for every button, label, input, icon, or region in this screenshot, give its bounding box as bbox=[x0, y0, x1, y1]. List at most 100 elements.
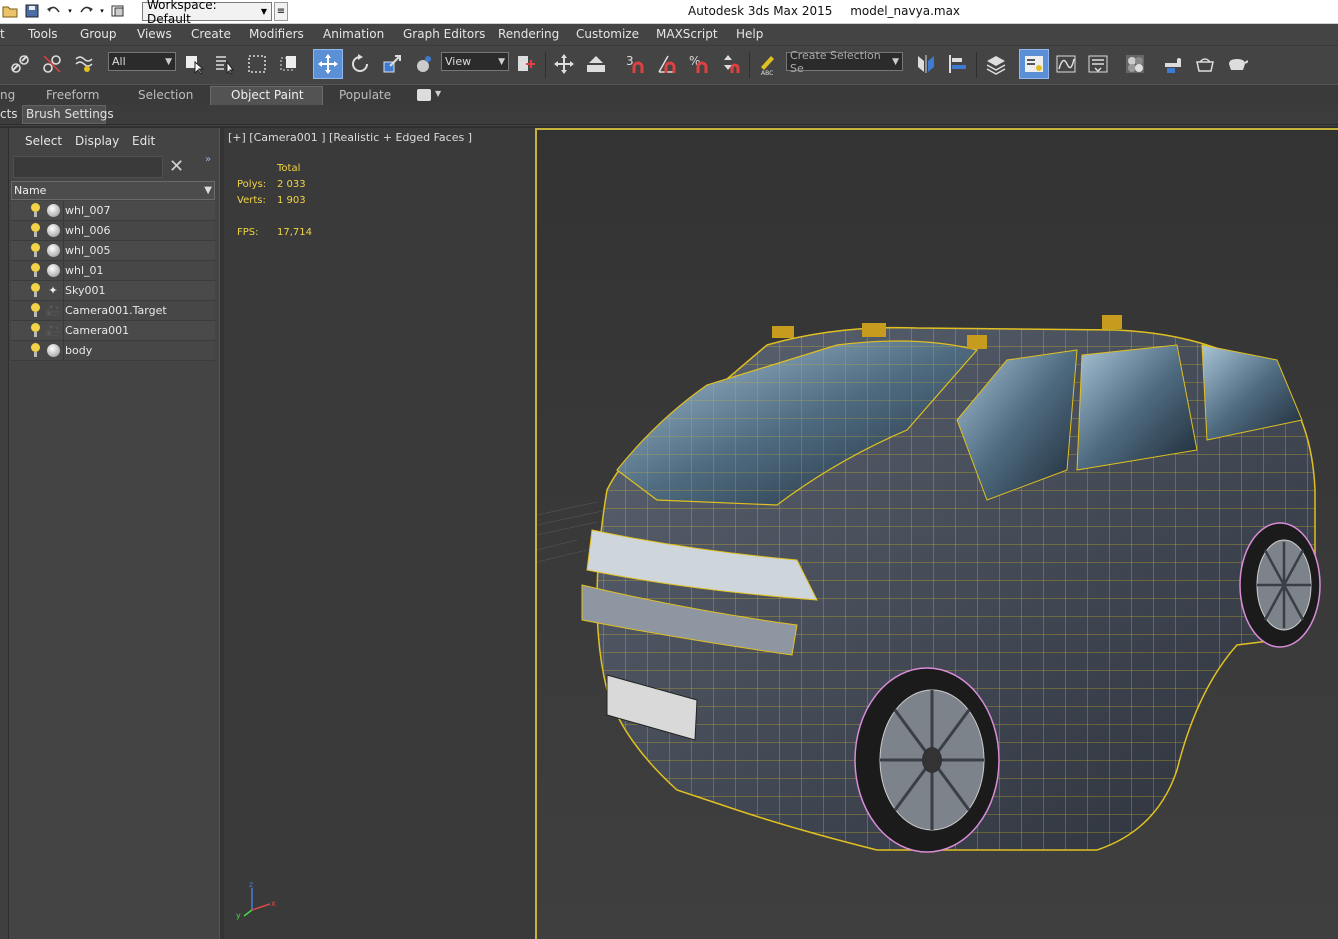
object-name: whl_006 bbox=[65, 224, 111, 237]
chevron-down-icon[interactable]: ▼ bbox=[435, 89, 441, 98]
geometry-sphere-icon bbox=[46, 223, 60, 237]
material-editor-icon[interactable] bbox=[1121, 50, 1149, 78]
menu-item-group[interactable]: Group bbox=[80, 27, 117, 41]
keyboard-shortcut-override-icon[interactable] bbox=[582, 50, 610, 78]
explorer-search-input[interactable] bbox=[13, 156, 163, 178]
save-icon[interactable] bbox=[22, 2, 42, 20]
bind-to-space-warp-icon[interactable] bbox=[70, 50, 98, 78]
light-bulb-icon[interactable] bbox=[31, 263, 40, 277]
menu-item-edit[interactable]: t bbox=[0, 27, 5, 41]
named-selection-set-dropdown[interactable]: Create Selection Se ▼ bbox=[786, 49, 903, 75]
geometry-sphere-icon bbox=[46, 343, 60, 357]
undo-dropdown-icon[interactable]: ▾ bbox=[66, 2, 74, 20]
snaps-toggle-icon[interactable]: 3 bbox=[621, 50, 649, 78]
explorer-menu-select[interactable]: Select bbox=[25, 134, 62, 148]
select-and-link-icon[interactable] bbox=[6, 50, 34, 78]
explorer-row[interactable]: whl_006 bbox=[11, 221, 215, 241]
tab-selection[interactable]: Selection bbox=[138, 88, 193, 102]
rectangular-selection-region-icon[interactable] bbox=[243, 50, 271, 78]
light-bulb-icon[interactable] bbox=[31, 223, 40, 237]
select-and-rotate-icon[interactable] bbox=[346, 50, 374, 78]
select-and-place-icon[interactable] bbox=[410, 50, 438, 78]
scene-explorer-toggle-icon[interactable] bbox=[1019, 49, 1049, 79]
explorer-menu-display[interactable]: Display bbox=[75, 134, 119, 148]
menu-item-modifiers[interactable]: Modifiers bbox=[249, 27, 304, 41]
ribbon-minimize-icon[interactable] bbox=[417, 89, 431, 101]
open-file-icon[interactable] bbox=[0, 2, 20, 20]
render-setup-icon[interactable] bbox=[1158, 50, 1186, 78]
light-bulb-icon[interactable] bbox=[31, 283, 40, 297]
expand-panel-icon[interactable]: » bbox=[205, 154, 211, 165]
tab-populate[interactable]: Populate bbox=[339, 88, 391, 102]
select-manipulate-icon[interactable] bbox=[550, 50, 578, 78]
unlink-selection-icon[interactable] bbox=[38, 50, 66, 78]
explorer-menu-edit[interactable]: Edit bbox=[132, 134, 155, 148]
menu-item-graph-editors[interactable]: Graph Editors bbox=[403, 27, 485, 41]
column-header-label: Name bbox=[14, 184, 47, 197]
explorer-row[interactable]: body bbox=[11, 341, 215, 361]
light-bulb-icon[interactable] bbox=[31, 203, 40, 217]
menu-item-rendering[interactable]: Rendering bbox=[498, 27, 559, 41]
reference-coordinate-dropdown[interactable]: View ▼ bbox=[441, 52, 509, 71]
redo-icon[interactable] bbox=[76, 2, 96, 20]
viewport-label[interactable]: [+] [Camera001 ] [Realistic + Edged Face… bbox=[228, 131, 472, 144]
menu-item-views[interactable]: Views bbox=[137, 27, 172, 41]
redo-dropdown-icon[interactable]: ▾ bbox=[98, 2, 106, 20]
pivot-center-icon[interactable] bbox=[512, 50, 540, 78]
brush-settings-label[interactable]: Brush Settings bbox=[26, 107, 114, 121]
explorer-dock-strip[interactable] bbox=[0, 128, 9, 939]
explorer-row[interactable]: ✦ Sky001 bbox=[11, 281, 215, 301]
menu-item-help[interactable]: Help bbox=[736, 27, 763, 41]
column-header-name[interactable]: Name ▼ bbox=[11, 181, 215, 200]
window-crossing-icon[interactable] bbox=[275, 50, 303, 78]
select-object-icon[interactable] bbox=[180, 50, 208, 78]
render-production-icon[interactable] bbox=[1223, 50, 1251, 78]
tab-freeform[interactable]: Freeform bbox=[46, 88, 99, 102]
spinner-snap-toggle-icon[interactable] bbox=[717, 50, 745, 78]
workspace-menu-icon[interactable]: ≡ bbox=[274, 2, 288, 21]
project-folder-icon[interactable] bbox=[108, 2, 128, 20]
close-icon[interactable]: ✕ bbox=[169, 156, 184, 177]
menu-item-customize[interactable]: Customize bbox=[576, 27, 639, 41]
tab-modeling[interactable]: ng bbox=[0, 88, 15, 102]
percent-snap-toggle-icon[interactable]: % bbox=[685, 50, 713, 78]
fps-value: 17,714 bbox=[277, 227, 312, 238]
select-and-move-icon[interactable] bbox=[313, 49, 343, 79]
explorer-row[interactable]: whl_007 bbox=[11, 201, 215, 221]
schematic-view-icon[interactable] bbox=[1084, 50, 1112, 78]
curve-editor-icon[interactable] bbox=[1052, 50, 1080, 78]
tab-object-paint[interactable]: Object Paint bbox=[210, 86, 323, 105]
select-by-name-icon[interactable] bbox=[211, 50, 239, 78]
light-bulb-icon[interactable] bbox=[31, 343, 40, 357]
light-bulb-icon[interactable] bbox=[31, 323, 40, 337]
stats-header: Total bbox=[277, 163, 301, 174]
file-name: model_navya.max bbox=[850, 4, 961, 18]
explorer-row[interactable]: whl_005 bbox=[11, 241, 215, 261]
selection-filter-dropdown[interactable]: All ▼ bbox=[108, 52, 176, 71]
explorer-row[interactable]: 🎥 Camera001 bbox=[11, 321, 215, 341]
front-wheel bbox=[854, 667, 1000, 853]
object-name: Camera001.Target bbox=[65, 304, 167, 317]
camera-viewport[interactable]: [+] [Camera001 ] [Realistic + Edged Face… bbox=[224, 128, 1338, 939]
menu-item-tools[interactable]: Tools bbox=[28, 27, 58, 41]
angle-snap-toggle-icon[interactable] bbox=[653, 50, 681, 78]
light-bulb-icon[interactable] bbox=[31, 303, 40, 317]
panel-objects-label[interactable]: cts bbox=[0, 107, 18, 121]
mirror-icon[interactable] bbox=[912, 50, 940, 78]
select-and-scale-icon[interactable] bbox=[378, 50, 406, 78]
align-icon[interactable] bbox=[944, 50, 972, 78]
chevron-down-icon: ▼ bbox=[260, 7, 267, 16]
edit-named-selection-icon[interactable]: ABC bbox=[753, 50, 781, 78]
workspace-selector[interactable]: Workspace: Default ▼ bbox=[142, 0, 272, 26]
rendered-frame-window-icon[interactable] bbox=[1191, 50, 1219, 78]
menu-item-animation[interactable]: Animation bbox=[323, 27, 384, 41]
undo-icon[interactable] bbox=[44, 2, 64, 20]
explorer-row[interactable]: 🎥 Camera001.Target bbox=[11, 301, 215, 321]
menu-item-create[interactable]: Create bbox=[191, 27, 231, 41]
light-bulb-icon[interactable] bbox=[31, 243, 40, 257]
geometry-sphere-icon bbox=[46, 243, 60, 257]
menu-item-maxscript[interactable]: MAXScript bbox=[656, 27, 718, 41]
layer-explorer-icon[interactable] bbox=[982, 50, 1010, 78]
explorer-row[interactable]: whl_01 bbox=[11, 261, 215, 281]
menu-bar: t Tools Group Views Create Modifiers Ani… bbox=[0, 24, 1338, 45]
